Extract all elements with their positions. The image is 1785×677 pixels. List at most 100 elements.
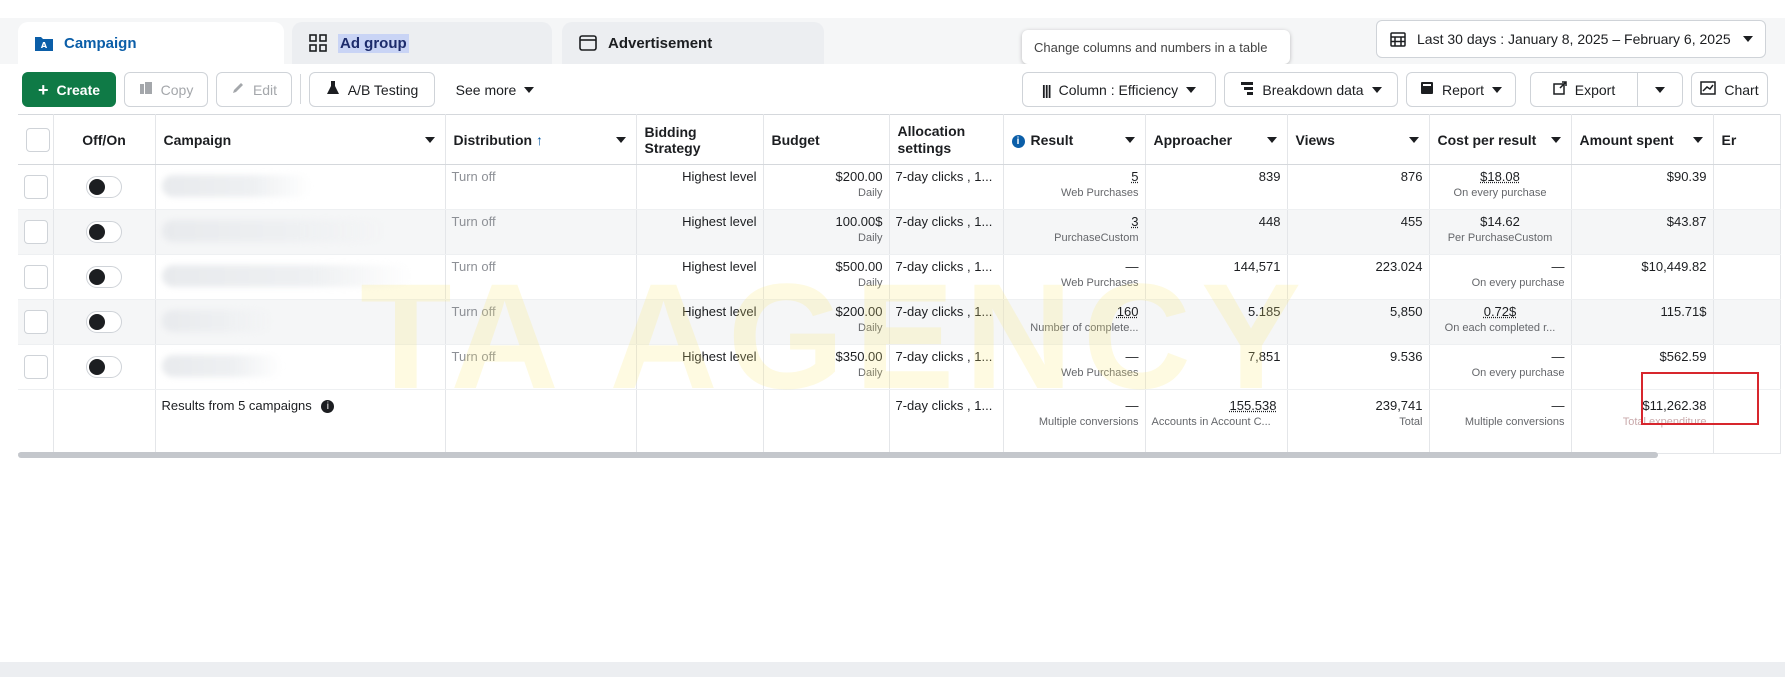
totals-result-cell: — Multiple conversions: [1003, 389, 1146, 454]
chevron-down-icon: [1371, 86, 1382, 93]
edit-button[interactable]: Edit: [216, 72, 292, 107]
horizontal-scrollbar[interactable]: [18, 452, 1658, 458]
row-toggle[interactable]: [86, 311, 122, 333]
report-label: Report: [1441, 81, 1485, 98]
next-cell: [1713, 299, 1781, 345]
export-dropdown-button[interactable]: [1637, 72, 1683, 107]
row-toggle[interactable]: [86, 266, 122, 288]
next-cell: [1713, 209, 1781, 255]
see-more-button[interactable]: See more: [447, 72, 543, 107]
row-checkbox[interactable]: [24, 220, 48, 244]
table-row[interactable]: Turn off Highest level 100.00$ Daily 7-da…: [18, 209, 1781, 255]
columns-icon: |||: [1041, 81, 1052, 98]
header-views-label: Views: [1295, 131, 1335, 148]
table-row[interactable]: Turn off Highest level $500.00 Daily 7-da…: [18, 254, 1781, 300]
chart-label: Chart: [1724, 81, 1759, 98]
pencil-icon: [231, 81, 245, 98]
cost-cell: — On every purchase: [1429, 254, 1572, 300]
row-toggle[interactable]: [86, 221, 122, 243]
chevron-down-icon[interactable]: [615, 137, 626, 143]
select-all-header[interactable]: [18, 114, 54, 165]
columns-label: Column : Efficiency: [1058, 81, 1179, 98]
bidding-cell: Highest level: [636, 209, 764, 255]
export-button[interactable]: Export: [1530, 72, 1638, 107]
budget-cell: 100.00$ Daily: [763, 209, 890, 255]
chevron-down-icon: [1492, 86, 1503, 93]
campaign-name-redacted[interactable]: [161, 175, 312, 197]
chevron-down-icon[interactable]: [1266, 137, 1277, 143]
info-icon[interactable]: i: [321, 400, 335, 413]
header-distribution[interactable]: Distribution ↑: [445, 114, 637, 165]
header-approacher-label: Approacher: [1153, 131, 1233, 148]
export-label: Export: [1574, 81, 1616, 98]
approacher-cell: 5.185: [1145, 299, 1288, 345]
ab-testing-label: A/B Testing: [347, 81, 419, 98]
totals-views-cell: 239,741 Total: [1287, 389, 1430, 454]
table-row[interactable]: Turn off Highest level $200.00 Daily 7-da…: [18, 299, 1781, 345]
chevron-down-icon[interactable]: [1124, 137, 1135, 143]
allocation-cell: 7-day clicks , 1...: [889, 254, 1004, 300]
header-allocation[interactable]: Allocation settings: [889, 114, 1004, 165]
tab-ad-group-label: Ad group: [338, 33, 409, 53]
row-checkbox[interactable]: [24, 310, 48, 334]
chevron-down-icon: [1186, 86, 1197, 93]
breakdown-button[interactable]: Breakdown data: [1224, 72, 1398, 107]
row-toggle[interactable]: [86, 356, 122, 378]
header-bidding[interactable]: Bidding Strategy: [636, 114, 764, 165]
breakdown-icon: [1240, 81, 1254, 98]
bottom-band: [0, 662, 1785, 677]
date-range-label: Last 30 days : January 8, 2025 – Februar…: [1417, 31, 1731, 47]
row-checkbox[interactable]: [24, 175, 48, 199]
chevron-down-icon[interactable]: [424, 137, 435, 143]
chevron-down-icon: [1655, 86, 1665, 93]
ab-testing-button[interactable]: A/B Testing: [309, 72, 435, 107]
approacher-cell: 448: [1145, 209, 1288, 255]
chevron-down-icon[interactable]: [1692, 137, 1703, 143]
header-campaign-label: Campaign: [163, 131, 232, 148]
columns-button[interactable]: ||| Column : Efficiency: [1022, 72, 1216, 107]
see-more-label: See more: [455, 81, 517, 98]
export-icon: [1553, 81, 1567, 98]
header-amount[interactable]: Amount spent: [1571, 114, 1714, 165]
header-result[interactable]: i Result: [1003, 114, 1146, 165]
svg-text:A: A: [41, 41, 48, 50]
header-budget[interactable]: Budget: [763, 114, 890, 165]
create-button[interactable]: + Create: [22, 72, 116, 107]
header-next[interactable]: Er: [1713, 114, 1781, 165]
copy-button[interactable]: Copy: [124, 72, 208, 107]
row-checkbox[interactable]: [24, 265, 48, 289]
columns-tooltip: Change columns and numbers in a table: [1022, 30, 1290, 64]
approacher-cell: 7,851: [1145, 344, 1288, 390]
header-campaign[interactable]: Campaign: [155, 114, 446, 165]
campaign-name-redacted[interactable]: [161, 220, 387, 242]
calendar-icon: [1389, 30, 1407, 48]
campaign-name-redacted[interactable]: [161, 355, 282, 377]
breakdown-label: Breakdown data: [1262, 81, 1364, 98]
row-toggle[interactable]: [86, 176, 122, 198]
header-off-on[interactable]: Off/On: [53, 114, 156, 165]
header-approacher[interactable]: Approacher: [1145, 114, 1288, 165]
select-all-checkbox[interactable]: [26, 127, 50, 152]
table-row[interactable]: Turn off Highest level $200.00 Daily 7-da…: [18, 164, 1781, 210]
report-button[interactable]: Report: [1406, 72, 1516, 107]
tab-ad-group[interactable]: Ad group: [292, 22, 552, 64]
budget-cell: $350.00 Daily: [763, 344, 890, 390]
amount-cell: 115.71$: [1571, 299, 1714, 345]
totals-row: Results from 5 campaigns i 7-day clicks …: [18, 389, 1781, 454]
chevron-down-icon[interactable]: [1408, 137, 1419, 143]
header-cost[interactable]: Cost per result: [1429, 114, 1572, 165]
header-result-label: Result: [1030, 131, 1074, 148]
tab-advertisement[interactable]: Advertisement: [562, 22, 824, 64]
chevron-down-icon[interactable]: [1550, 137, 1561, 143]
header-views[interactable]: Views: [1287, 114, 1430, 165]
campaign-name-redacted[interactable]: [161, 265, 412, 287]
row-checkbox[interactable]: [24, 355, 48, 379]
totals-approacher-cell: 155.538 Accounts in Account C...: [1145, 389, 1288, 454]
table-row[interactable]: Turn off Highest level $350.00 Daily 7-da…: [18, 344, 1781, 390]
date-range-picker[interactable]: Last 30 days : January 8, 2025 – Februar…: [1376, 20, 1766, 58]
chart-button[interactable]: Chart: [1691, 72, 1768, 107]
budget-cell: $200.00 Daily: [763, 164, 890, 210]
tab-campaign[interactable]: A Campaign: [18, 22, 284, 64]
info-icon[interactable]: i: [1011, 134, 1025, 148]
campaign-name-redacted[interactable]: [161, 310, 272, 332]
